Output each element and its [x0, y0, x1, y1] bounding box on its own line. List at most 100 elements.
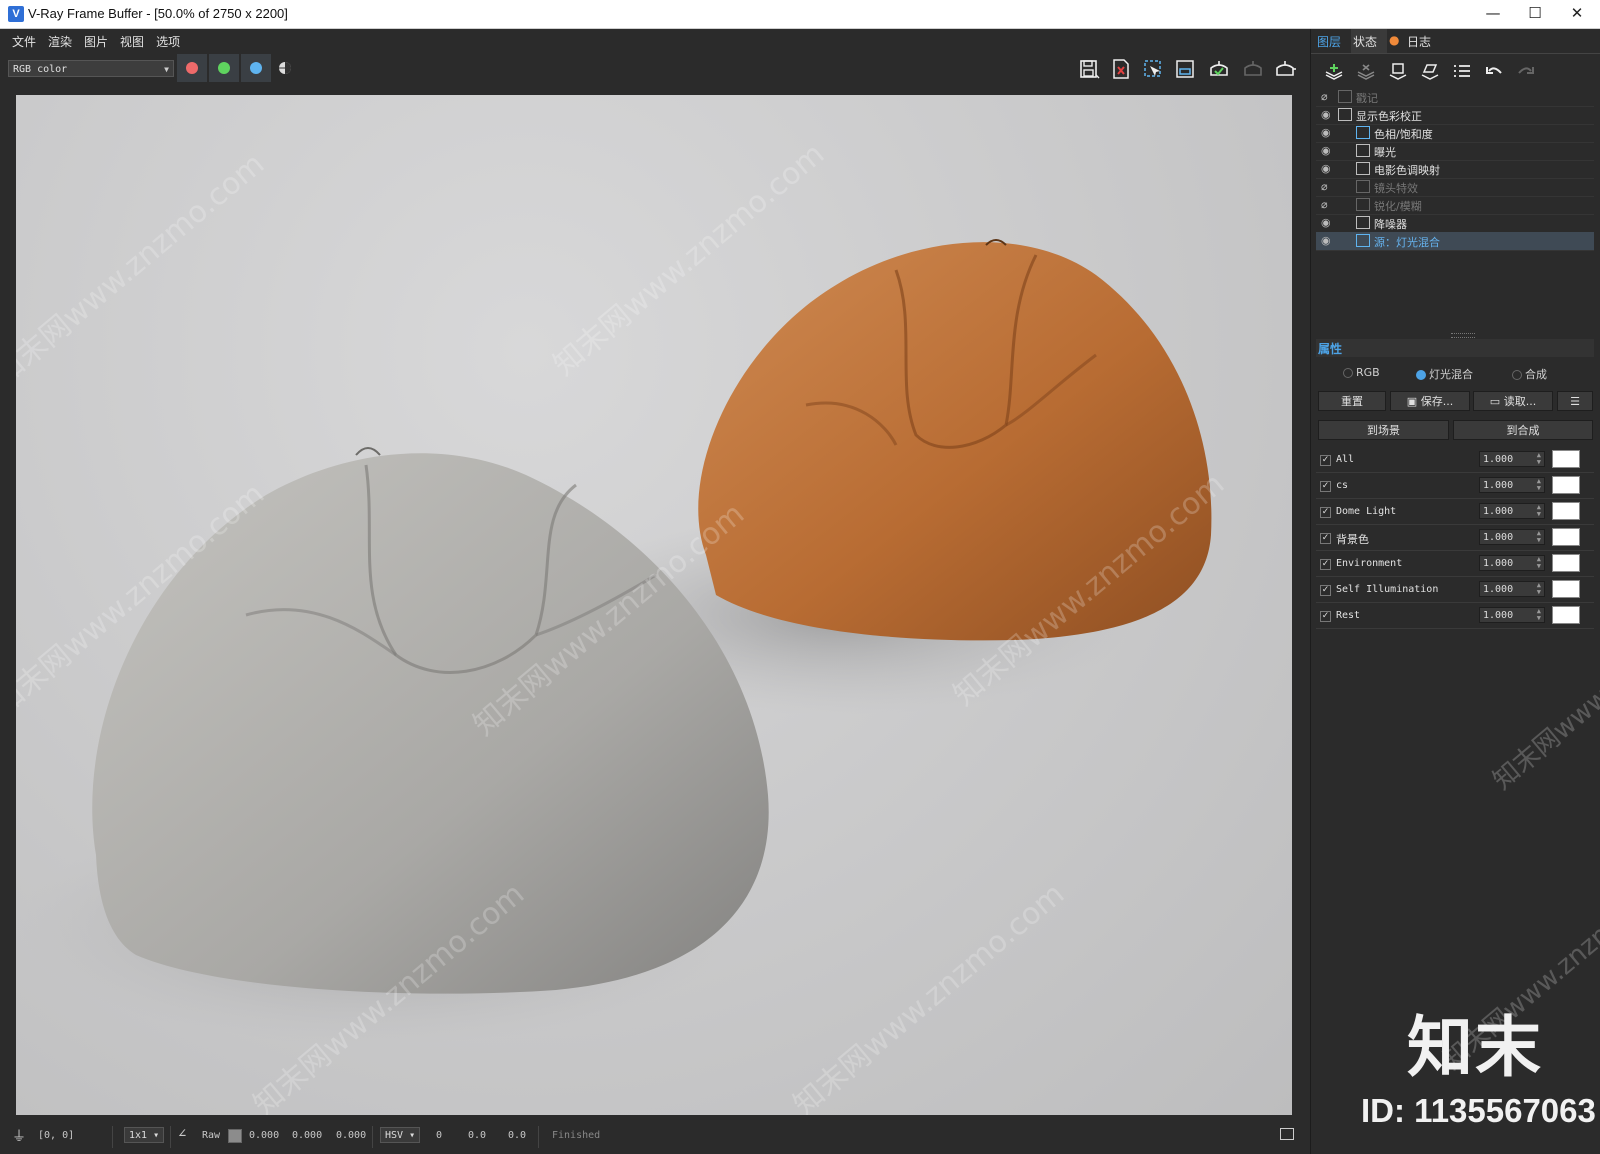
light-intensity-input[interactable]: 1.000 ▲ ▼	[1479, 477, 1545, 493]
color-mode-select[interactable]: HSV ▾	[380, 1127, 420, 1143]
light-name: 背景色	[1336, 533, 1369, 546]
visibility-off-icon[interactable]: ⌀	[1321, 90, 1335, 104]
spinner-icon[interactable]: ▲ ▼	[1537, 582, 1541, 596]
red-channel-button[interactable]	[177, 54, 207, 82]
layer-item[interactable]: ◉ 电影色调映射	[1316, 160, 1594, 179]
blue-channel-button[interactable]	[241, 54, 271, 82]
minimize-button[interactable]: —	[1472, 0, 1514, 28]
light-intensity-input[interactable]: 1.000 ▲ ▼	[1479, 503, 1545, 519]
light-intensity-input[interactable]: 1.000 ▲ ▼	[1479, 581, 1545, 597]
layer-label: 源：灯光混合	[1374, 236, 1440, 249]
hue-saturation-icon	[1356, 126, 1370, 139]
zoom-select[interactable]: 1x1 ▾	[124, 1127, 164, 1143]
light-enable-checkbox[interactable]: ✓	[1320, 585, 1331, 596]
layer-item[interactable]: ⌀ 戳记	[1316, 88, 1594, 107]
menu-file[interactable]: 文件	[12, 33, 36, 50]
light-intensity-input[interactable]: 1.000 ▲ ▼	[1479, 555, 1545, 571]
light-intensity-input[interactable]: 1.000 ▲ ▼	[1479, 607, 1545, 623]
visibility-off-icon[interactable]: ⌀	[1321, 180, 1335, 194]
eye-icon[interactable]: ◉	[1321, 162, 1335, 176]
light-color-swatch[interactable]	[1552, 450, 1580, 468]
light-color-swatch[interactable]	[1552, 528, 1580, 546]
render-interactive-button[interactable]	[1208, 58, 1230, 80]
lock-icon[interactable]: ⏚	[12, 1126, 26, 1146]
mode-lightmix-radio[interactable]: 灯光混合	[1416, 366, 1473, 382]
layer-item[interactable]: ◉ 显示色彩校正	[1316, 106, 1594, 125]
region-render-button[interactable]	[1142, 58, 1164, 80]
intensity-value: 1.000	[1483, 480, 1514, 491]
layer-item[interactable]: ◉ 降噪器	[1316, 214, 1594, 233]
eye-icon[interactable]: ◉	[1321, 108, 1335, 122]
tab-layers[interactable]: 图层	[1317, 33, 1341, 50]
render-image[interactable]: 知末网www.znzmo.com 知末网www.znzmo.com 知末网www…	[16, 95, 1292, 1115]
light-enable-checkbox[interactable]: ✓	[1320, 507, 1331, 518]
render-button[interactable]	[1274, 58, 1296, 80]
options-menu-button[interactable]: ☰	[1557, 391, 1593, 411]
redo-button[interactable]	[1515, 61, 1537, 83]
light-color-swatch[interactable]	[1552, 476, 1580, 494]
mono-channel-button[interactable]	[277, 60, 293, 76]
load-button[interactable]: ▭ 读取...	[1473, 391, 1553, 411]
menu-options[interactable]: 选项	[156, 33, 180, 50]
layer-item[interactable]: ◉ 曝光	[1316, 142, 1594, 161]
tab-log[interactable]: 日志	[1407, 33, 1431, 50]
delete-layer-button[interactable]	[1355, 61, 1377, 83]
light-enable-checkbox[interactable]: ✓	[1320, 481, 1331, 492]
light-color-swatch[interactable]	[1552, 554, 1580, 572]
visibility-off-icon[interactable]: ⌀	[1321, 198, 1335, 212]
light-enable-checkbox[interactable]: ✓	[1320, 611, 1331, 622]
render-disabled-button[interactable]	[1242, 58, 1264, 80]
light-intensity-input[interactable]: 1.000 ▲ ▼	[1479, 451, 1545, 467]
layer-item[interactable]: ◉ 色相/饱和度	[1316, 124, 1594, 143]
layer-item[interactable]: ⌀ 锐化/模糊	[1316, 196, 1594, 215]
clear-image-button[interactable]	[1110, 58, 1132, 80]
reset-button[interactable]: 重置	[1318, 391, 1386, 411]
save-layers-button[interactable]	[1387, 61, 1409, 83]
curve-icon[interactable]: ∠	[178, 1126, 186, 1142]
add-layer-button[interactable]	[1323, 61, 1345, 83]
light-enable-checkbox[interactable]: ✓	[1320, 533, 1331, 544]
mode-composite-radio[interactable]: 合成	[1512, 366, 1547, 382]
light-mix-row: ✓ Self Illumination 1.000 ▲ ▼	[1316, 578, 1594, 603]
layer-item[interactable]: ⌀ 镜头特效	[1316, 178, 1594, 197]
layer-item-selected[interactable]: ◉ 源：灯光混合	[1316, 232, 1594, 251]
maximize-button[interactable]: ☐	[1514, 0, 1556, 28]
spinner-icon[interactable]: ▲ ▼	[1537, 478, 1541, 492]
light-color-swatch[interactable]	[1552, 502, 1580, 520]
light-enable-checkbox[interactable]: ✓	[1320, 455, 1331, 466]
to-composite-button[interactable]: 到合成	[1453, 420, 1593, 440]
layer-list-button[interactable]	[1451, 61, 1473, 83]
light-color-swatch[interactable]	[1552, 606, 1580, 624]
light-enable-checkbox[interactable]: ✓	[1320, 559, 1331, 570]
spinner-icon[interactable]: ▲ ▼	[1537, 530, 1541, 544]
track-mouse-button[interactable]	[1174, 58, 1196, 80]
spinner-icon[interactable]: ▲ ▼	[1537, 608, 1541, 622]
menu-render[interactable]: 渲染	[48, 33, 72, 50]
menu-image[interactable]: 图片	[84, 33, 108, 50]
save-layers-icon	[1389, 63, 1407, 80]
tab-stats[interactable]: 状态	[1353, 33, 1377, 50]
menu-view[interactable]: 视图	[120, 33, 144, 50]
spinner-icon[interactable]: ▲ ▼	[1537, 504, 1541, 518]
eye-icon[interactable]: ◉	[1321, 144, 1335, 158]
spinner-icon[interactable]: ▲ ▼	[1537, 556, 1541, 570]
save-button[interactable]: ▣ 保存...	[1390, 391, 1470, 411]
panel-toggle-icon[interactable]	[1280, 1128, 1294, 1140]
eye-icon[interactable]: ◉	[1321, 216, 1335, 230]
panel-splitter[interactable]	[1451, 333, 1475, 338]
to-scene-button[interactable]: 到场景	[1318, 420, 1449, 440]
light-color-swatch[interactable]	[1552, 580, 1580, 598]
save-image-button[interactable]	[1078, 58, 1100, 80]
mode-rgb-radio[interactable]: RGB	[1343, 366, 1380, 379]
intensity-value: 1.000	[1483, 584, 1514, 595]
light-intensity-input[interactable]: 1.000 ▲ ▼	[1479, 529, 1545, 545]
spinner-icon[interactable]: ▲ ▼	[1537, 452, 1541, 466]
load-layers-button[interactable]	[1419, 61, 1441, 83]
eye-icon[interactable]: ◉	[1321, 234, 1335, 248]
channel-select[interactable]: RGB color ▼	[8, 60, 174, 77]
undo-button[interactable]	[1483, 61, 1505, 83]
green-channel-button[interactable]	[209, 54, 239, 82]
brand-id: ID: 1135567063	[1361, 1092, 1596, 1129]
eye-icon[interactable]: ◉	[1321, 126, 1335, 140]
close-button[interactable]: ✕	[1556, 0, 1598, 28]
